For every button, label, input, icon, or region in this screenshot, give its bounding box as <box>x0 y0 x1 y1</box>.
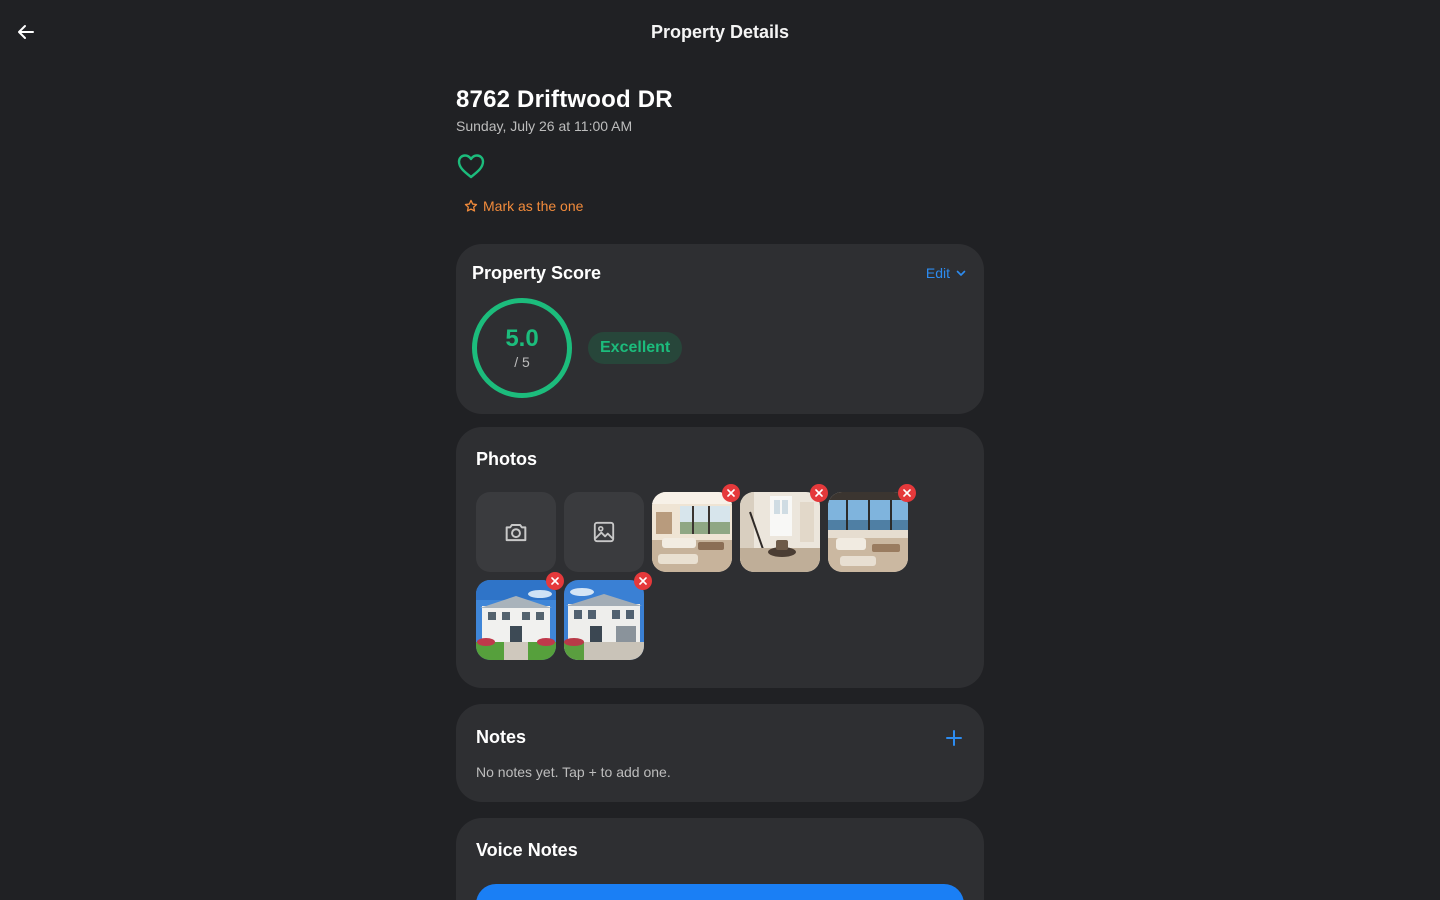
image-icon <box>593 521 615 543</box>
record-voice-note-button[interactable] <box>476 884 964 900</box>
remove-photo-button[interactable] <box>722 484 740 502</box>
living-room-pool-view-photo <box>828 492 908 572</box>
notes-card: Notes No notes yet. Tap + to add one. <box>456 704 984 802</box>
close-icon <box>551 577 559 585</box>
score-value: 5.0 <box>505 325 539 352</box>
choose-from-library-button[interactable] <box>564 492 644 572</box>
house-exterior-photo <box>476 580 556 660</box>
property-address: 8762 Driftwood DR <box>456 86 673 113</box>
living-room-photo <box>652 492 732 572</box>
favorite-button[interactable] <box>456 150 492 182</box>
close-icon <box>815 489 823 497</box>
remove-photo-button[interactable] <box>810 484 828 502</box>
property-header: 8762 Driftwood DR Sunday, July 26 at 11:… <box>456 86 984 214</box>
property-score-card: Property Score Edit 5.0 / 5 Excellent <box>456 244 984 414</box>
score-rating-badge: Excellent <box>588 332 683 364</box>
score-max: / 5 <box>514 354 530 370</box>
top-bar: Property Details <box>0 0 1440 64</box>
notes-empty-message: No notes yet. Tap + to add one. <box>476 764 671 780</box>
photos-card: Photos <box>456 427 984 688</box>
score-ring: 5.0 / 5 <box>472 298 572 398</box>
heart-icon <box>457 154 485 179</box>
take-photo-button[interactable] <box>476 492 556 572</box>
photo-thumbnail[interactable] <box>476 572 564 660</box>
edit-score-button[interactable]: Edit <box>926 265 966 281</box>
page-title: Property Details <box>650 22 790 42</box>
remove-photo-button[interactable] <box>546 572 564 590</box>
photos-title: Photos <box>476 449 537 469</box>
close-icon <box>639 577 647 585</box>
voice-notes-card: Voice Notes <box>456 818 984 900</box>
showing-datetime: Sunday, July 26 at 11:00 AM <box>456 118 633 134</box>
photo-thumbnail[interactable] <box>740 484 828 572</box>
chevron-down-icon <box>956 270 966 276</box>
house-exterior-photo <box>564 580 644 660</box>
close-icon <box>903 489 911 497</box>
notes-title: Notes <box>476 727 527 747</box>
foyer-photo <box>740 492 820 572</box>
remove-photo-button[interactable] <box>898 484 916 502</box>
mark-as-the-one-label: Mark as the one <box>483 198 584 214</box>
add-note-button[interactable] <box>944 728 964 748</box>
mark-as-the-one-button[interactable]: Mark as the one <box>464 198 583 214</box>
edit-label: Edit <box>925 265 950 281</box>
camera-icon <box>505 524 527 542</box>
photo-thumbnail[interactable] <box>652 484 740 572</box>
property-score-title: Property Score <box>472 263 602 283</box>
star-icon <box>464 199 478 212</box>
remove-photo-button[interactable] <box>634 572 652 590</box>
close-icon <box>727 489 735 497</box>
voice-notes-title: Voice Notes <box>476 840 578 860</box>
plus-icon <box>946 730 962 746</box>
photo-thumbnail[interactable] <box>828 484 916 572</box>
photo-thumbnail[interactable] <box>564 572 652 660</box>
